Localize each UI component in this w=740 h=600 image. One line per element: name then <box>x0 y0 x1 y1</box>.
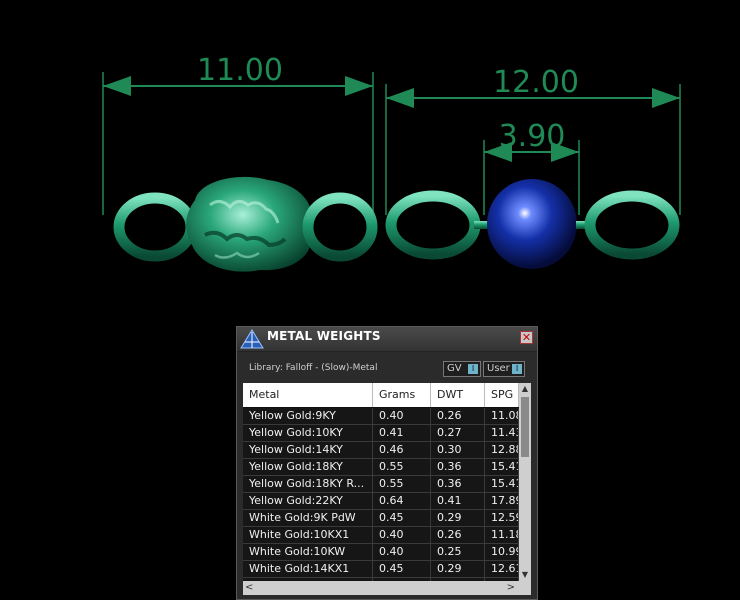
table-row[interactable]: White Gold:10KX10.400.2611.18 <box>243 527 519 544</box>
cell-dwt: 0.41 <box>431 493 485 509</box>
cell-metal: White Gold:10KW <box>243 544 373 560</box>
column-header-grams[interactable]: Grams <box>373 383 431 407</box>
dimension-label-sphere: 3.90 <box>499 119 566 154</box>
column-header-dwt[interactable]: DWT <box>431 383 485 407</box>
cell-spg: 12.59 <box>485 510 519 526</box>
cell-spg: 12.88 <box>485 442 519 458</box>
cell-dwt: 0.25 <box>431 544 485 560</box>
cell-grams: 0.64 <box>373 493 431 509</box>
cell-spg: 10.99 <box>485 544 519 560</box>
cell-metal: Yellow Gold:9KY <box>243 408 373 424</box>
table-header: Metal Grams DWT SPG <box>243 383 519 407</box>
cell-spg: 17.89 <box>485 493 519 509</box>
link-ring-left-1[interactable] <box>113 192 197 262</box>
toggle-knob-icon: I <box>512 364 522 374</box>
table-row[interactable]: White Gold:14KX10.450.2912.61 <box>243 561 519 578</box>
cell-spg: 15.41 <box>485 459 519 475</box>
cell-metal: Yellow Gold:22KY <box>243 493 373 509</box>
column-header-metal[interactable]: Metal <box>243 383 373 407</box>
cell-dwt: 0.36 <box>431 476 485 492</box>
cell-spg: 11.43 <box>485 425 519 441</box>
scroll-left-icon[interactable]: < <box>245 581 253 595</box>
gv-toggle[interactable]: GV I <box>443 361 481 377</box>
table-row[interactable]: White Gold:9K PdW0.450.2912.59 <box>243 510 519 527</box>
scroll-up-icon[interactable]: ▲ <box>519 383 531 395</box>
cell-metal: White Gold:14KX1 <box>243 561 373 577</box>
scroll-right-icon[interactable]: > <box>507 581 515 595</box>
library-label: Library: Falloff - (Slow)-Metal <box>249 363 378 373</box>
cell-spg: 15.41 <box>485 476 519 492</box>
cell-grams: 0.45 <box>373 561 431 577</box>
cell-dwt: 0.29 <box>431 510 485 526</box>
panel-title: METAL WEIGHTS <box>267 329 381 343</box>
cell-grams: 0.46 <box>373 442 431 458</box>
table-row[interactable]: White Gold:10KW0.400.2510.99 <box>243 544 519 561</box>
table-row[interactable]: Yellow Gold:18KY R...0.550.3615.41 <box>243 476 519 493</box>
cell-grams: 0.45 <box>373 510 431 526</box>
cell-metal: White Gold:10KX1 <box>243 527 373 543</box>
toggle-knob-icon: I <box>468 364 478 374</box>
cell-grams: 0.55 <box>373 476 431 492</box>
cell-grams: 0.40 <box>373 408 431 424</box>
cell-metal: Yellow Gold:18KY R... <box>243 476 373 492</box>
connector-bar-left <box>474 221 488 229</box>
cell-dwt: 0.26 <box>431 408 485 424</box>
metal-weights-panel: METAL WEIGHTS ✕ Library: Falloff - (Slow… <box>236 326 538 600</box>
cell-dwt: 0.27 <box>431 425 485 441</box>
user-toggle-label: User <box>487 363 510 374</box>
column-header-spg[interactable]: SPG <box>485 383 519 407</box>
scroll-down-icon[interactable]: ▼ <box>519 569 531 581</box>
gv-toggle-label: GV <box>447 363 462 374</box>
cell-grams: 0.40 <box>373 527 431 543</box>
user-toggle[interactable]: User I <box>483 361 525 377</box>
cell-spg: 11.18 <box>485 527 519 543</box>
blue-sphere-bead[interactable] <box>487 179 577 269</box>
dimension-label-right: 12.00 <box>493 65 579 100</box>
link-ring-right-2[interactable] <box>584 190 680 260</box>
table-row[interactable]: Yellow Gold:10KY0.410.2711.43 <box>243 425 519 442</box>
cell-metal: Yellow Gold:18KY <box>243 459 373 475</box>
link-ring-left-2[interactable] <box>302 192 378 262</box>
scale-icon <box>240 329 264 349</box>
cell-metal: Yellow Gold:10KY <box>243 425 373 441</box>
link-ring-right-1[interactable] <box>385 190 481 260</box>
cell-spg: 11.08 <box>485 408 519 424</box>
table-row[interactable]: Yellow Gold:9KY0.400.2611.08 <box>243 408 519 425</box>
cell-dwt: 0.36 <box>431 459 485 475</box>
close-button[interactable]: ✕ <box>520 331 533 344</box>
cell-grams: 0.41 <box>373 425 431 441</box>
cell-grams: 0.55 <box>373 459 431 475</box>
table-row[interactable]: Yellow Gold:18KY0.550.3615.41 <box>243 459 519 476</box>
table-row[interactable]: Yellow Gold:14KY0.460.3012.88 <box>243 442 519 459</box>
cell-dwt: 0.26 <box>431 527 485 543</box>
cell-grams: 0.40 <box>373 544 431 560</box>
vertical-scrollbar[interactable]: ▲ ▼ <box>519 383 531 581</box>
nugget-bead[interactable] <box>186 176 312 272</box>
dimension-label-left: 11.00 <box>197 53 283 88</box>
jewelry-viewport[interactable]: 11.00 12.00 3.90 <box>0 0 740 320</box>
cell-dwt: 0.30 <box>431 442 485 458</box>
cell-spg: 12.61 <box>485 561 519 577</box>
panel-titlebar[interactable]: METAL WEIGHTS ✕ <box>237 327 537 352</box>
cell-dwt: 0.29 <box>431 561 485 577</box>
table-body: Yellow Gold:9KY0.400.2611.08Yellow Gold:… <box>243 408 519 595</box>
cell-metal: White Gold:9K PdW <box>243 510 373 526</box>
cell-metal: Yellow Gold:14KY <box>243 442 373 458</box>
metal-table: Metal Grams DWT SPG Yellow Gold:9KY 0.40 0… <box>243 383 531 595</box>
table-row[interactable]: Yellow Gold:22KY0.640.4117.89 <box>243 493 519 510</box>
scroll-thumb[interactable] <box>521 397 529 457</box>
horizontal-scrollbar[interactable]: < > <box>243 581 531 595</box>
